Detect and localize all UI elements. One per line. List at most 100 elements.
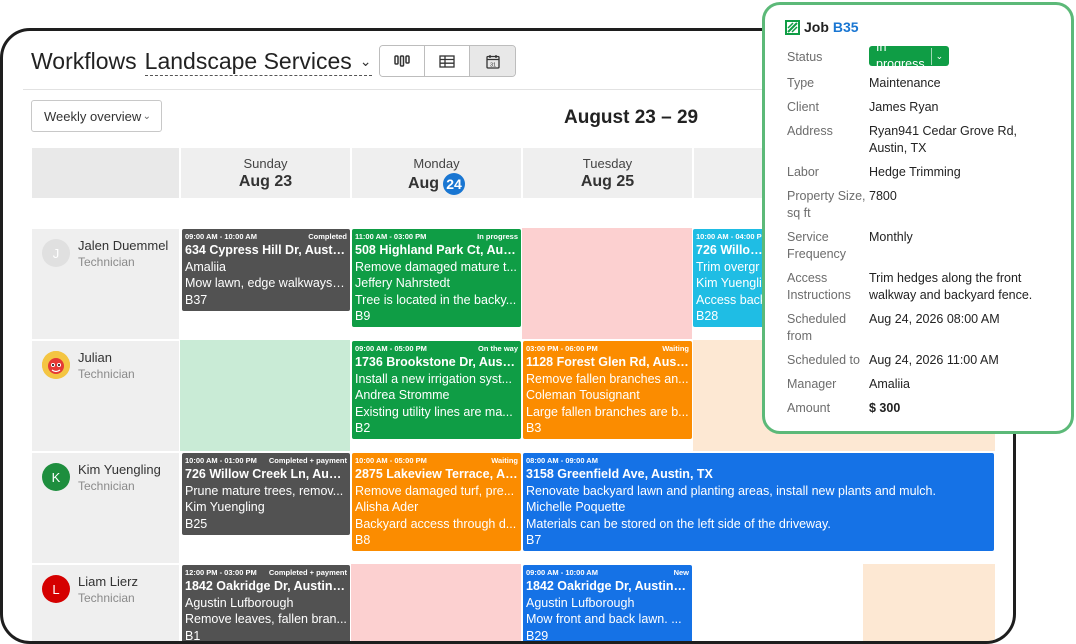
day-date-wrap: Aug 24 (352, 173, 521, 195)
job-line: Remove leaves, fallen bran... (185, 612, 347, 626)
technician-row-liam: L Liam Lierz Technician (32, 564, 179, 641)
job-line: Coleman Tousignant (526, 388, 640, 402)
job-address: 1842 Oakridge Dr, Austin, ... (526, 579, 689, 593)
job-address: 1842 Oakridge Dr, Austin, ... (185, 579, 347, 593)
job-status: New (673, 568, 689, 577)
job-time: 10:00 AM - 05:00 PM (355, 456, 427, 465)
job-line: Andrea Stromme (355, 388, 450, 402)
job-time: 11:00 AM - 03:00 PM (355, 232, 427, 241)
job-time: 03:00 PM - 06:00 PM (526, 344, 598, 353)
job-line: B37 (185, 292, 208, 307)
detail-value: Aug 24, 2026 08:00 AM (869, 312, 1000, 326)
job-line: Remove damaged turf, pre... (355, 483, 515, 498)
page-header: Workflows Landscape Services ⌄ (31, 47, 372, 76)
technician-name: Kim Yuengling (78, 462, 161, 477)
chevron-down-icon: ⌄ (359, 53, 372, 69)
detail-label: Labor (787, 165, 819, 179)
job-line: Remove fallen branches an... (526, 371, 689, 386)
job-address: 1736 Brookstone Dr, Austi... (355, 355, 518, 369)
job-code: B7 (526, 533, 542, 547)
technician-role: Technician (78, 479, 135, 493)
job-detail-panel: Job B35 Status In progress ⌄ Type Mainten… (762, 2, 1074, 434)
job-status: Completed (308, 232, 347, 241)
job-detail-label: Job (804, 19, 829, 35)
job-address: 726 Willow Creek Ln, Austi... (185, 467, 347, 481)
calendar-cell[interactable] (180, 340, 350, 451)
job-card[interactable]: 12:00 PM - 03:00 PM Completed + payment 1… (182, 565, 350, 641)
status-value: In progress (876, 40, 925, 71)
day-name: Tuesday (582, 156, 633, 171)
view-switcher: 31 (379, 45, 516, 77)
job-code-link[interactable]: B35 (833, 19, 859, 35)
day-header-monday: Monday Aug 24 (351, 148, 521, 198)
date-range: August 23 – 29 (564, 107, 699, 128)
detail-label: Client (787, 100, 819, 114)
avatar (42, 351, 70, 379)
job-address: 3158 Greenfield Ave, Austin, TX (526, 467, 713, 481)
detail-value: Monthly (869, 230, 913, 244)
job-line: Access back (696, 292, 767, 307)
calendar-cell[interactable] (522, 228, 692, 339)
workspace-select[interactable]: Landscape Services ⌄ (144, 47, 372, 76)
calendar-cell[interactable] (863, 564, 995, 641)
board-view-button[interactable] (380, 46, 425, 76)
job-line: Agustin Lufborough (526, 595, 635, 610)
job-card[interactable]: 03:00 PM - 06:00 PM Waiting 1128 Forest G… (523, 341, 692, 439)
job-line: Existing utility lines are ma... (355, 404, 513, 419)
job-line: Michelle Poquette (526, 500, 626, 514)
job-status: Completed + payment (268, 568, 347, 577)
table-view-button[interactable] (425, 46, 470, 76)
technician-role: Technician (78, 255, 135, 269)
job-address: 1128 Forest Glen Rd, Austi... (526, 355, 689, 369)
day-header-sunday: Sunday Aug 23 (180, 148, 350, 198)
technician-role: Technician (78, 367, 135, 381)
job-card[interactable]: 10:00 AM - 01:00 PM Completed + payment 7… (182, 453, 350, 535)
detail-label: Type (787, 76, 815, 90)
table-view-icon (439, 54, 455, 68)
job-line: Kim Yuengli (696, 276, 762, 290)
job-line: B25 (185, 516, 208, 531)
job-line: Materials can be stored on the left side… (526, 516, 831, 531)
detail-label: Amount (787, 401, 831, 415)
status-dropdown[interactable]: In progress ⌄ (869, 40, 950, 71)
job-status: In progress (477, 232, 518, 241)
detail-label: Scheduled to (787, 353, 860, 367)
detail-value: $ 300 (869, 401, 901, 415)
job-status: Waiting (491, 456, 518, 465)
job-time: 10:00 AM - 01:00 PM (185, 456, 257, 465)
technician-row-julian: Julian Technician (32, 340, 179, 451)
detail-label: Scheduled from (787, 312, 847, 343)
job-line: Large fallen branches are b... (526, 404, 689, 419)
job-card[interactable]: 10:00 AM - 05:00 PM Waiting 2875 Lakeview… (352, 453, 521, 551)
job-card[interactable]: 08:00 AM - 09:00 AM 3158 Greenfield Ave,… (523, 453, 994, 551)
job-code: B28 (696, 309, 719, 323)
job-line: Alisha Ader (355, 500, 419, 514)
job-time: 09:00 AM - 10:00 AM (185, 232, 257, 241)
job-card[interactable]: 11:00 AM - 03:00 PM In progress 508 Highl… (352, 229, 521, 327)
job-card[interactable]: 10:00 AM - 04:00 PM 726 Willow C Trim ov… (693, 229, 773, 327)
job-code: B8 (355, 533, 371, 547)
job-card[interactable]: 09:00 AM - 05:00 PM On the way 1736 Brook… (352, 341, 521, 439)
today-badge: 24 (443, 173, 466, 195)
job-card[interactable]: 09:00 AM - 10:00 AM New 1842 Oakridge Dr,… (523, 565, 692, 643)
overview-select[interactable]: Weekly overview ⌄ (31, 100, 162, 132)
calendar-view-button[interactable]: 31 (470, 46, 515, 76)
technician-row-jalen: J Jalen Duemmel Technician (32, 228, 179, 339)
avatar: K (42, 463, 70, 491)
job-card[interactable]: 09:00 AM - 10:00 AM Completed 634 Cypress… (182, 229, 350, 311)
detail-label: Manager (787, 377, 837, 391)
job-line: B29 (526, 628, 549, 643)
job-code: B9 (355, 309, 371, 323)
calendar-cell[interactable] (351, 564, 521, 641)
detail-label: Access Instructions (787, 271, 851, 302)
detail-value: Amaliia (869, 377, 910, 391)
job-line: Amaliia (185, 259, 226, 274)
job-line: Mow front and back lawn. ... (526, 612, 682, 626)
detail-label: Address (787, 124, 833, 138)
job-line: Mow lawn, edge walkways, ... (185, 276, 347, 290)
job-line: Kim Yuengling (185, 500, 265, 514)
job-address: 726 Willow C (696, 243, 770, 257)
technician-name: Jalen Duemmel (78, 238, 169, 253)
job-line: Backyard access through d... (355, 516, 517, 531)
job-time: 12:00 PM - 03:00 PM (185, 568, 257, 577)
